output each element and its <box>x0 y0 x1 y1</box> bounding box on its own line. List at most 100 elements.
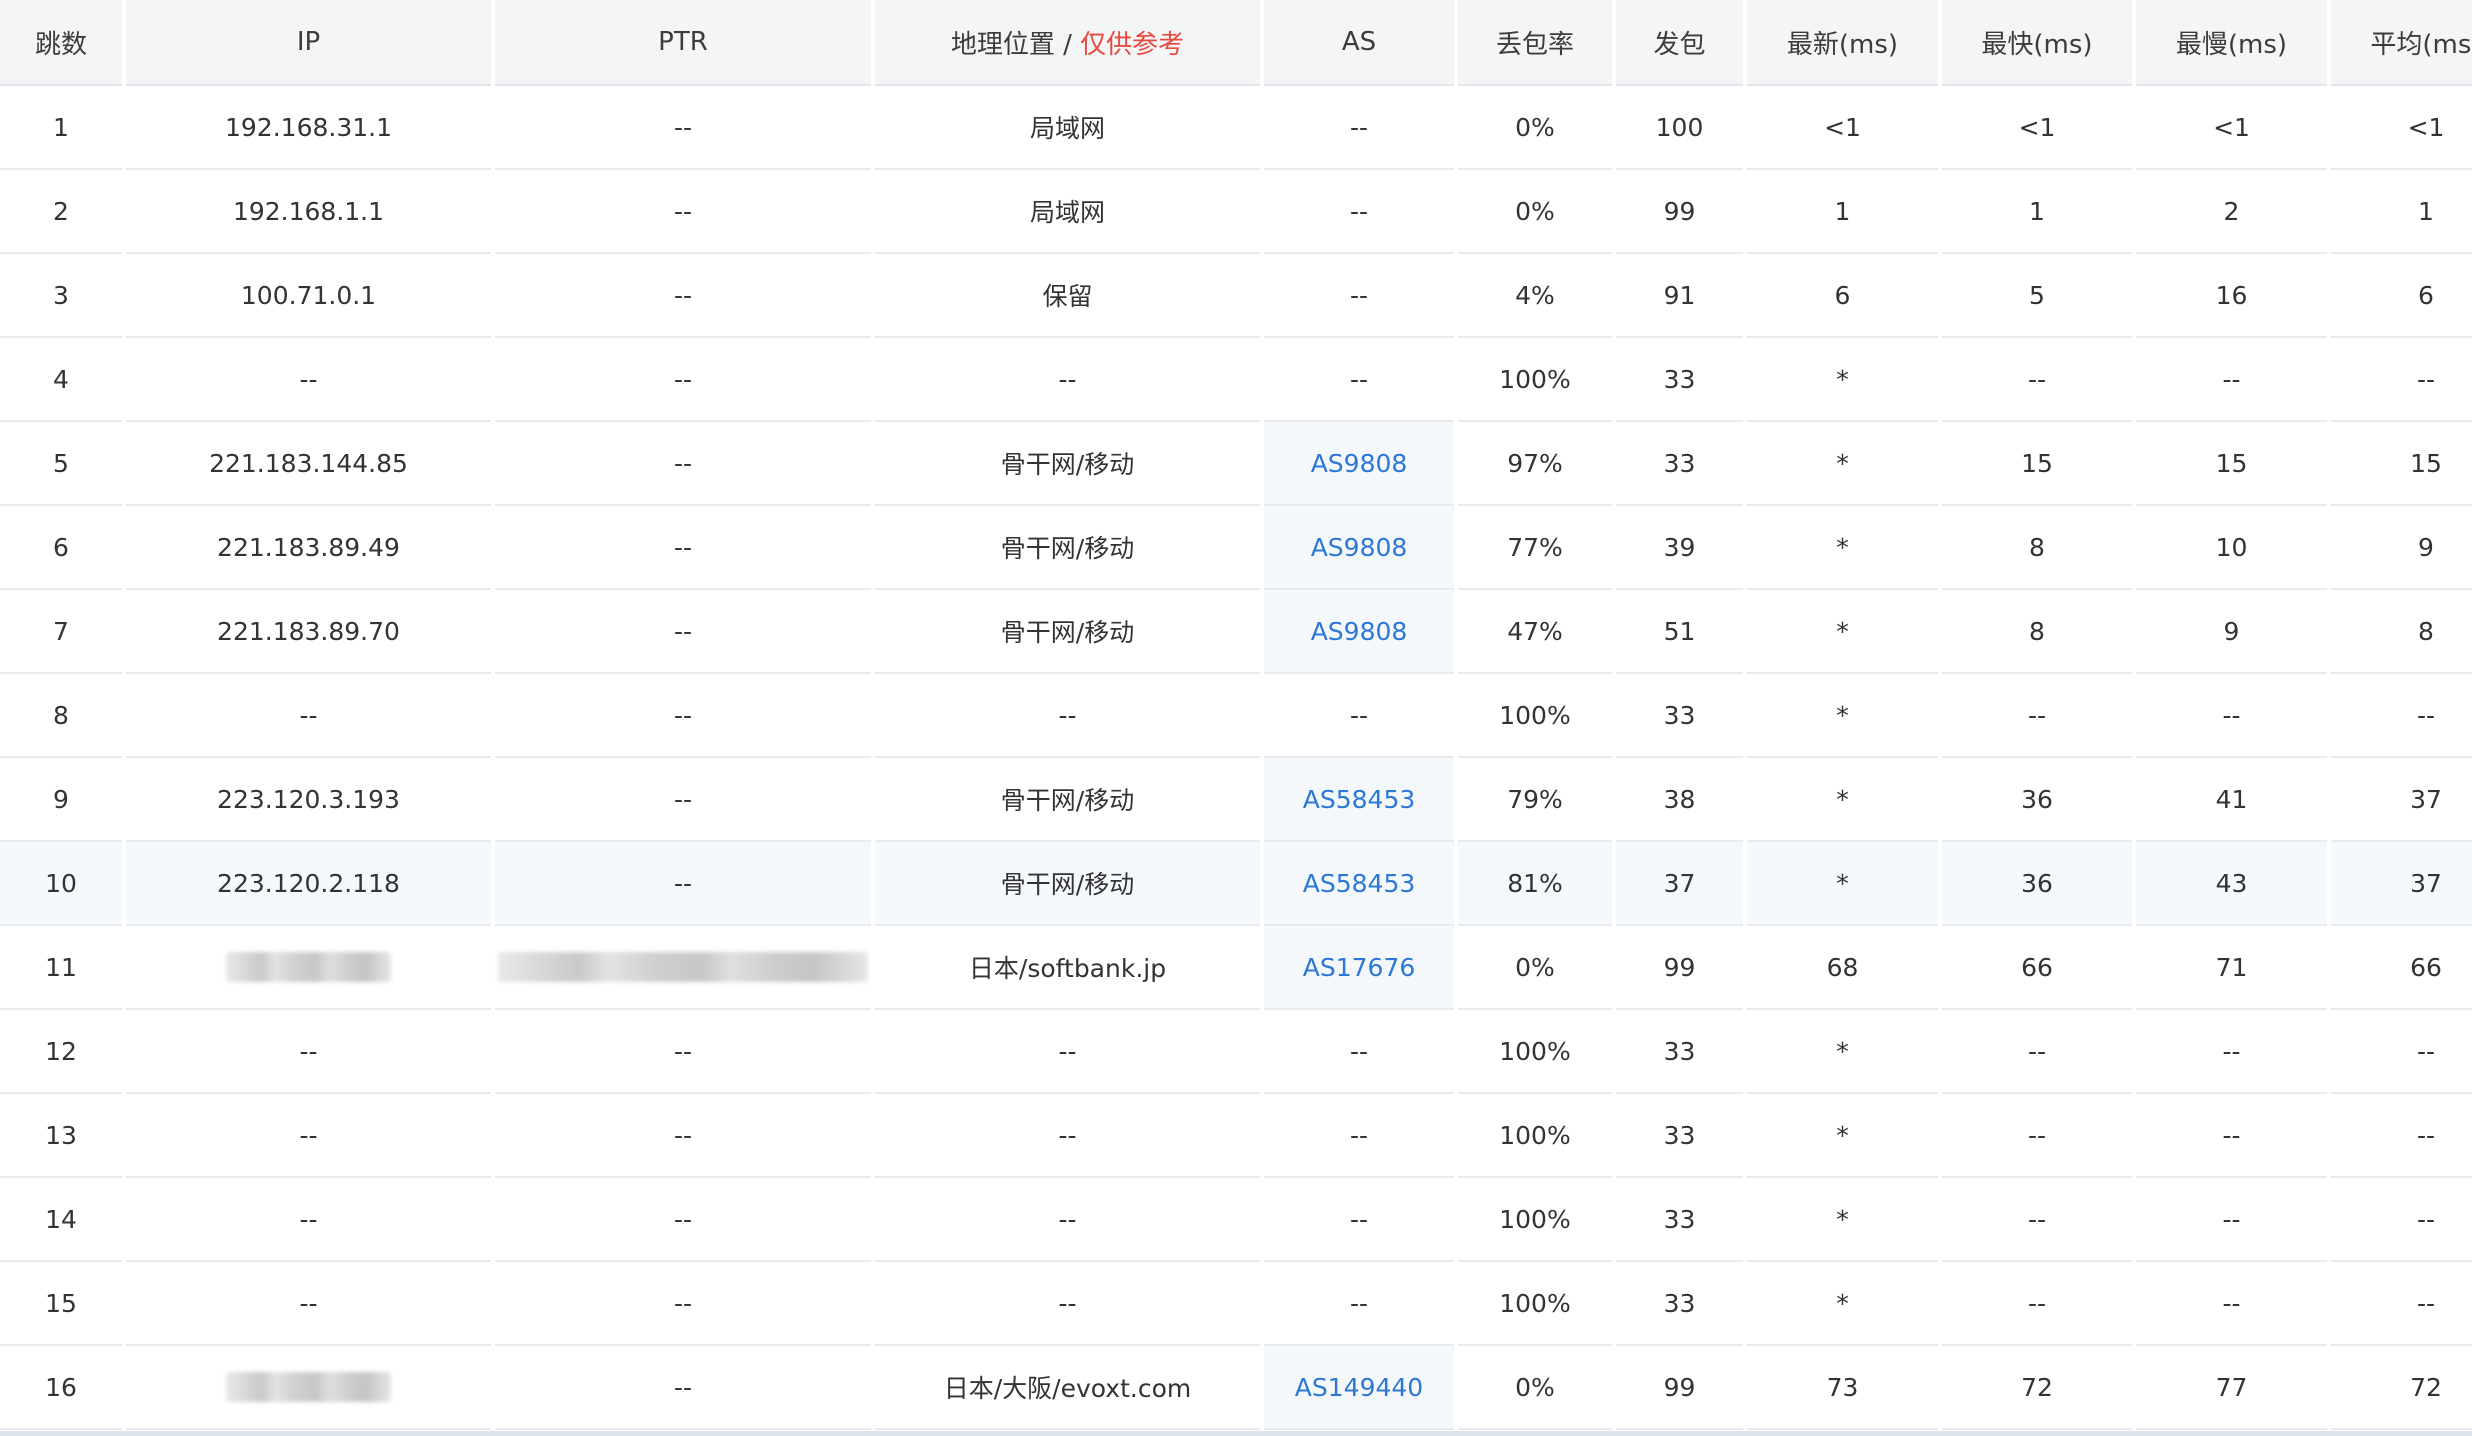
cell-value: 81% <box>1507 868 1563 898</box>
header-hop: 跳数 <box>0 0 122 86</box>
cell-value: 7 <box>53 616 69 646</box>
table-cell-sent: 33 <box>1616 422 1743 506</box>
header-worst: 最慢(ms) <box>2136 0 2327 86</box>
cell-value: -- <box>673 616 693 646</box>
table-cell-as: -- <box>1264 254 1454 338</box>
header-ip: IP <box>126 0 491 86</box>
table-cell-ip: 223.120.2.118 <box>126 842 491 926</box>
cell-value: 100.71.0.1 <box>240 280 377 310</box>
cell-value: -- <box>1349 1204 1369 1234</box>
table-cell-best: 8 <box>1942 590 2132 674</box>
cell-value: 骨干网/移动 <box>1000 450 1135 479</box>
table-cell-last: * <box>1747 1262 1938 1346</box>
as-link[interactable]: AS149440 <box>1295 1373 1423 1402</box>
cell-value: 9 <box>2418 532 2434 562</box>
as-link[interactable]: AS58453 <box>1303 785 1416 814</box>
table-cell-ptr: -- <box>495 170 871 254</box>
cell-value: 33 <box>1663 700 1696 730</box>
header-sent: 发包 <box>1616 0 1743 86</box>
table-cell-ptr: -- <box>495 506 871 590</box>
cell-value: 2 <box>53 196 69 226</box>
table-cell-avg: <1 <box>2331 86 2472 170</box>
cell-value: -- <box>673 112 693 142</box>
cell-value: 41 <box>2215 784 2248 814</box>
cell-value: -- <box>673 1120 693 1150</box>
redacted-ptr <box>498 952 868 982</box>
cell-value: 33 <box>1663 1036 1696 1066</box>
table-cell-best: -- <box>1942 1178 2132 1262</box>
table-cell-as: AS9808 <box>1264 506 1454 590</box>
cell-value: 73 <box>1826 1372 1859 1402</box>
table-cell-sent: 33 <box>1616 338 1743 422</box>
table-cell-sent: 91 <box>1616 254 1743 338</box>
cell-value: 6 <box>1834 280 1851 310</box>
cell-value: * <box>1836 784 1849 814</box>
cell-value: -- <box>2416 700 2436 730</box>
table-cell-sent: 99 <box>1616 1346 1743 1430</box>
cell-value: 100 <box>1655 112 1704 142</box>
as-link[interactable]: AS9808 <box>1311 617 1408 646</box>
cell-value: 43 <box>2215 868 2248 898</box>
table-cell-loss: 100% <box>1458 338 1612 422</box>
cell-value: -- <box>1349 1120 1369 1150</box>
cell-value: 36 <box>2021 784 2053 814</box>
as-link[interactable]: AS17676 <box>1303 953 1416 982</box>
table-cell-ptr: -- <box>495 422 871 506</box>
cell-value: * <box>1836 868 1849 898</box>
cell-value: -- <box>673 700 693 730</box>
table-cell-worst: -- <box>2136 1262 2327 1346</box>
header-geo: 地理位置 / 仅供参考 <box>875 0 1260 86</box>
cell-value: 33 <box>1663 1120 1696 1150</box>
cell-value: 1 <box>53 112 69 142</box>
table-cell-worst: 71 <box>2136 926 2327 1010</box>
cell-value: <1 <box>2213 112 2250 142</box>
cell-value: 37 <box>2410 868 2442 898</box>
as-link[interactable]: AS9808 <box>1311 449 1408 478</box>
table-cell-best: 72 <box>1942 1346 2132 1430</box>
cell-value: 39 <box>1663 532 1696 562</box>
cell-value: -- <box>1058 700 1077 730</box>
table-cell-hop: 14 <box>0 1178 122 1262</box>
table-cell-ip: 221.183.89.70 <box>126 590 491 674</box>
table-cell-hop: 8 <box>0 674 122 758</box>
cell-value: 223.120.2.118 <box>217 868 400 898</box>
cell-value: 9 <box>53 784 69 814</box>
table-cell-as: AS9808 <box>1264 422 1454 506</box>
table-cell-as: -- <box>1264 170 1454 254</box>
table-cell-geo: 局域网 <box>875 86 1260 170</box>
header-loss-label: 丢包率 <box>1495 29 1574 60</box>
table-cell-best: -- <box>1942 338 2132 422</box>
table-cell-worst: 15 <box>2136 422 2327 506</box>
table-cell-worst: 41 <box>2136 758 2327 842</box>
cell-value: 51 <box>1663 616 1696 646</box>
table-cell-loss: 0% <box>1458 1346 1612 1430</box>
cell-value: 12 <box>45 1036 77 1066</box>
table-cell-last: * <box>1747 506 1938 590</box>
table-cell-ptr: -- <box>495 1262 871 1346</box>
cell-value: -- <box>299 1288 318 1318</box>
table-cell-as: AS17676 <box>1264 926 1454 1010</box>
cell-value: -- <box>1058 1036 1077 1066</box>
table-cell-best: -- <box>1942 674 2132 758</box>
as-link[interactable]: AS58453 <box>1303 869 1416 898</box>
table-cell-ptr: -- <box>495 1010 871 1094</box>
table-cell-loss: 100% <box>1458 1178 1612 1262</box>
cell-value: -- <box>1058 1288 1077 1318</box>
cell-value: 100% <box>1499 1036 1571 1066</box>
table-cell-ip: 192.168.1.1 <box>126 170 491 254</box>
header-best-label: 最快(ms) <box>1981 29 2093 60</box>
cell-value: 68 <box>1826 952 1859 982</box>
cell-value: 66 <box>2021 952 2053 982</box>
table-cell-sent: 37 <box>1616 842 1743 926</box>
table-cell-as: AS149440 <box>1264 1346 1454 1430</box>
table-cell-ptr: -- <box>495 590 871 674</box>
table-cell-hop: 3 <box>0 254 122 338</box>
cell-value: 15 <box>2410 448 2442 478</box>
table-cell-geo: 骨干网/移动 <box>875 506 1260 590</box>
cell-value: -- <box>1349 364 1369 394</box>
cell-value: 0% <box>1515 196 1555 226</box>
table-cell-geo: -- <box>875 1178 1260 1262</box>
cell-value: * <box>1836 532 1849 562</box>
cell-value: 72 <box>2410 1372 2442 1402</box>
as-link[interactable]: AS9808 <box>1311 533 1408 562</box>
